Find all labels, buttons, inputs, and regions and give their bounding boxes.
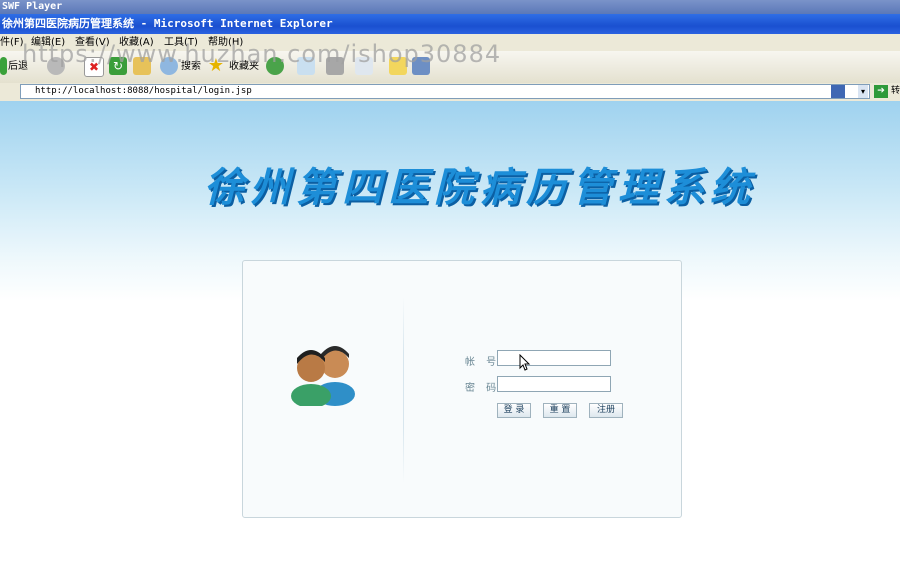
watermark-text: https://www.huzhan.com/ishop30884 bbox=[22, 40, 502, 68]
ie-titlebar: 徐州第四医院病历管理系统 - Microsoft Internet Explor… bbox=[0, 14, 900, 34]
account-field[interactable] bbox=[497, 350, 611, 366]
go-arrow-icon[interactable]: ➔ bbox=[874, 85, 888, 98]
page-content: 徐州第四医院病历管理系统 帐 号 密 码 登 录 重 置 注册 bbox=[0, 101, 900, 578]
login-button[interactable]: 登 录 bbox=[497, 403, 531, 418]
login-panel: 帐 号 密 码 登 录 重 置 注册 bbox=[242, 260, 682, 518]
address-url: http://localhost:8088/hospital/login.jsp bbox=[35, 86, 252, 96]
account-label: 帐 号 bbox=[465, 357, 501, 368]
go-button[interactable]: 转 bbox=[891, 85, 900, 98]
users-avatar-icon bbox=[291, 346, 355, 406]
ie-logo-icon bbox=[831, 85, 845, 98]
toolbar: 后退 ✖ ↻ 搜索 ★ 收藏夹 https://www.huzhan.com/i… bbox=[0, 40, 900, 84]
password-label: 密 码 bbox=[465, 383, 501, 394]
back-icon[interactable] bbox=[0, 57, 7, 75]
menu-item-file[interactable]: 件(F) bbox=[0, 34, 24, 51]
swf-title: SWF Player bbox=[2, 1, 63, 12]
system-title: 徐州第四医院病历管理系统 bbox=[204, 164, 756, 211]
swf-player-titlebar: SWF Player bbox=[0, 0, 900, 14]
reset-button[interactable]: 重 置 bbox=[543, 403, 577, 418]
window-title: 徐州第四医院病历管理系统 - Microsoft Internet Explor… bbox=[2, 17, 333, 30]
mouse-cursor-icon bbox=[519, 354, 531, 371]
register-button[interactable]: 注册 bbox=[589, 403, 623, 418]
dropdown-arrow-icon[interactable]: ▾ bbox=[858, 85, 868, 98]
password-field[interactable] bbox=[497, 376, 611, 392]
address-input[interactable]: http://localhost:8088/hospital/login.jsp bbox=[20, 84, 870, 99]
panel-divider bbox=[403, 297, 404, 483]
address-bar: http://localhost:8088/hospital/login.jsp… bbox=[0, 83, 900, 102]
